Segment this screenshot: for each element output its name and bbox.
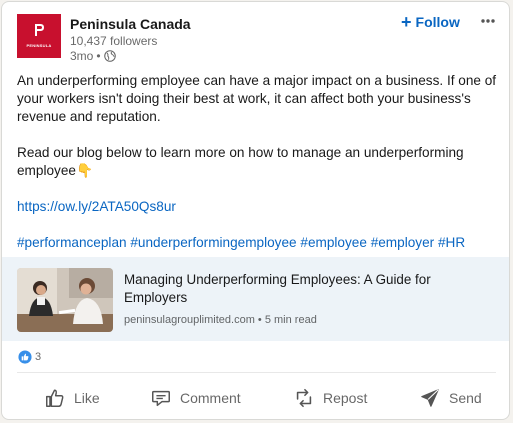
more-horizontal-icon (481, 19, 495, 23)
hashtag[interactable]: #performanceplan (17, 235, 127, 250)
post-paragraph: Read our blog below to learn more on how… (17, 144, 497, 180)
peninsula-logo-mark-icon (35, 24, 44, 36)
article-domain: peninsulagrouplimited.com (124, 314, 255, 326)
meeting-photo-image (17, 268, 113, 332)
article-preview[interactable]: Managing Underperforming Employees: A Gu… (2, 257, 509, 341)
article-source: peninsulagrouplimited.com • 5 min read (124, 314, 317, 326)
post-time: 3mo (70, 49, 94, 63)
company-logo[interactable]: PENINSULA (17, 14, 61, 58)
logo-wordmark: PENINSULA (26, 43, 52, 48)
hashtag[interactable]: #underperformingemployee (130, 235, 296, 250)
post-meta: 3mo • (70, 49, 116, 63)
send-icon (421, 389, 439, 407)
meta-separator: • (96, 49, 101, 63)
repost-button[interactable]: Repost (293, 380, 367, 416)
hashtag-list: #performanceplan #underperformingemploye… (17, 234, 497, 252)
like-label: Like (74, 390, 100, 406)
post-paragraph: An underperforming employee can have a m… (17, 73, 497, 124)
hashtag[interactable]: #HR (438, 235, 465, 250)
source-separator: • (257, 314, 262, 326)
like-button[interactable]: Like (44, 380, 100, 416)
hashtag[interactable]: #employer (371, 235, 434, 250)
post-link[interactable]: https://ow.ly/2ATA50Qs8ur (17, 199, 176, 214)
social-action-bar: Like Comment Repost Send (2, 380, 509, 416)
follow-button[interactable]: + Follow (401, 12, 460, 32)
read-time: 5 min read (264, 314, 317, 326)
comment-label: Comment (180, 390, 241, 406)
hashtag[interactable]: #employee (300, 235, 367, 250)
send-label: Send (449, 390, 482, 406)
globe-icon (103, 50, 116, 62)
feed-post-card: PENINSULA Peninsula Canada 10,437 follow… (1, 1, 510, 420)
more-options-button[interactable] (478, 11, 498, 31)
comment-button[interactable]: Comment (150, 380, 241, 416)
plus-icon: + (401, 12, 412, 32)
follower-count: 10,437 followers (70, 34, 158, 48)
author-name[interactable]: Peninsula Canada (70, 16, 191, 32)
repost-icon (296, 388, 312, 408)
thumbs-up-icon (46, 389, 64, 407)
comment-icon (152, 390, 170, 407)
like-reaction-icon (18, 350, 32, 364)
reaction-count: 3 (35, 351, 42, 363)
send-button[interactable]: Send (419, 380, 482, 416)
article-thumbnail (17, 268, 113, 332)
post-body: An underperforming employee can have a m… (17, 72, 497, 252)
divider (17, 372, 496, 373)
article-title[interactable]: Managing Underperforming Employees: A Gu… (124, 271, 484, 307)
follow-label: Follow (415, 14, 460, 30)
repost-label: Repost (323, 390, 368, 406)
reactions-summary[interactable]: 3 (18, 348, 41, 366)
pointing-down-emoji: 👇 (75, 163, 93, 178)
